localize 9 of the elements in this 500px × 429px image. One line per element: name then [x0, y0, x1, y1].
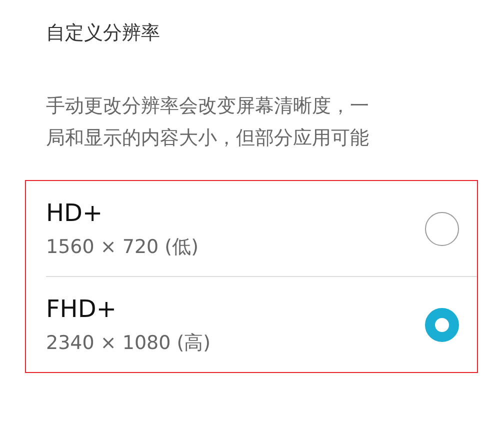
- radio-button[interactable]: [425, 212, 459, 246]
- resolution-text: 2340 × 1080 (高): [46, 330, 211, 356]
- option-label[interactable]: HD+: [46, 198, 198, 228]
- option-label[interactable]: FHD+: [46, 294, 211, 324]
- radio-button[interactable]: [425, 308, 459, 342]
- description-text: 局和显示的内容大小，但部分应用可能: [46, 126, 370, 151]
- resolution-text: 1560 × 720 (低): [46, 234, 198, 260]
- section-title: 自定义分辨率: [46, 21, 161, 46]
- description-text: 手动更改分辨率会改变屏幕清晰度，一: [46, 94, 370, 119]
